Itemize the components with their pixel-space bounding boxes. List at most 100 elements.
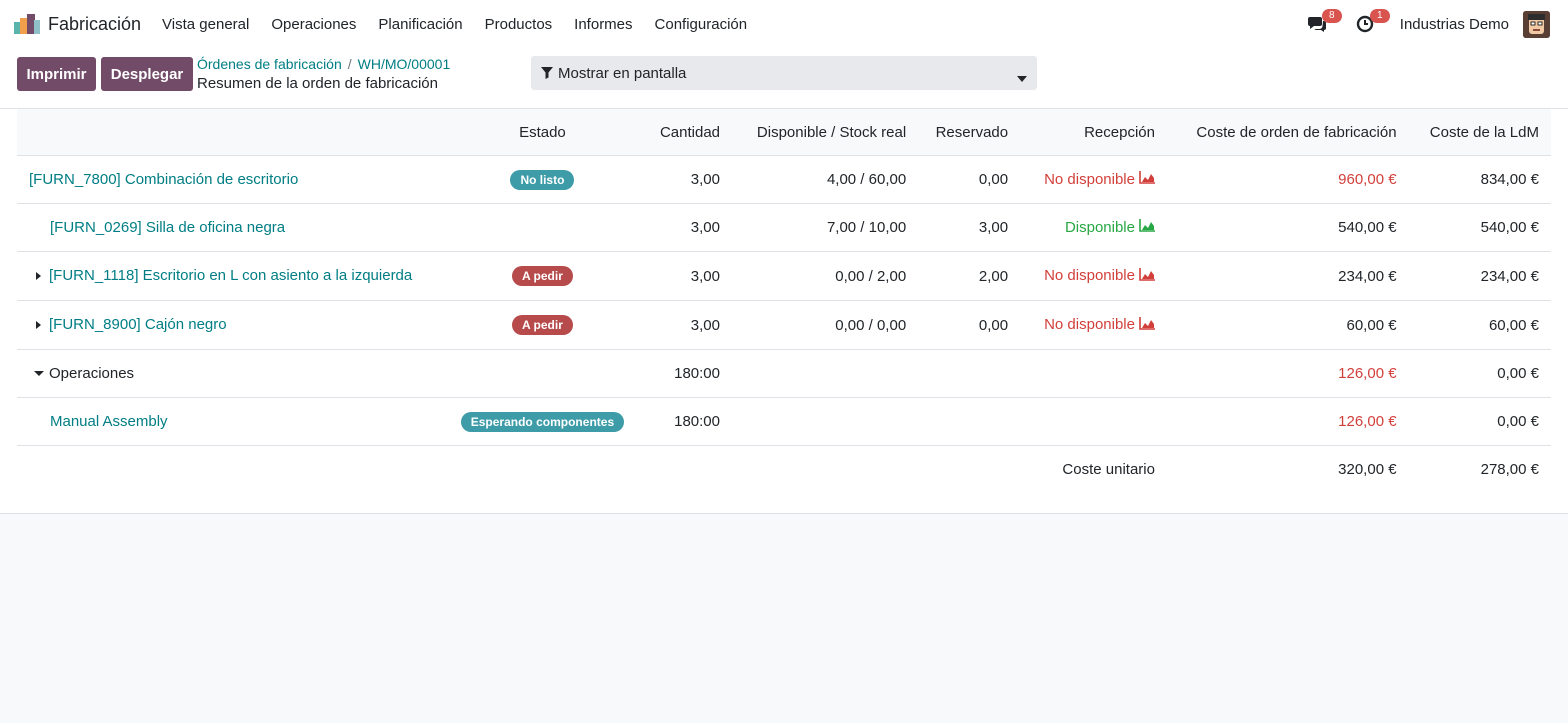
avatar[interactable]	[1523, 10, 1550, 38]
app-brand[interactable]: Fabricación	[14, 14, 141, 35]
quantity-cell: 180:00	[636, 349, 732, 398]
control-panel: Imprimir Desplegar Órdenes de fabricació…	[0, 48, 1568, 109]
company-switcher[interactable]: Industrias Demo	[1400, 16, 1509, 33]
bom-cost-cell: 834,00 €	[1408, 155, 1551, 204]
area-chart-icon[interactable]	[1139, 171, 1155, 188]
breadcrumb-separator: /	[347, 56, 352, 72]
available-cell	[732, 349, 919, 398]
breadcrumb-record[interactable]: WH/MO/00001	[358, 56, 451, 72]
header-reserved: Reservado	[918, 109, 1021, 156]
available-cell: 0,00 / 2,00	[732, 251, 919, 301]
state-cell: No listo	[448, 155, 637, 204]
menu-item-reports[interactable]: Informes	[563, 16, 643, 33]
receipt-cell: Disponible	[1020, 203, 1167, 252]
header-product	[17, 109, 449, 156]
unit-cost-label: Coste unitario	[1062, 461, 1155, 478]
operations-label: Operaciones	[49, 364, 135, 382]
receipt-status: Disponible	[1064, 218, 1135, 236]
caret-right-icon[interactable]	[33, 268, 45, 285]
component-link[interactable]: [FURN_1118] Escritorio en L con asiento …	[49, 267, 412, 284]
receipt-status: No disponible	[1044, 170, 1135, 188]
available-cell: 4,00 / 60,00	[732, 155, 919, 204]
table-row: [FURN_1118] Escritorio en L con asiento …	[17, 251, 1551, 301]
operation-row: Manual Assembly Esperando componentes 18…	[17, 397, 1551, 446]
product-link[interactable]: [FURN_7800] Combinación de escritorio	[29, 171, 298, 188]
header-receipt: Recepción	[1020, 109, 1167, 156]
menu-item-operations[interactable]: Operaciones	[260, 16, 367, 33]
status-badge: Esperando componentes	[460, 411, 625, 432]
quantity-cell: 3,00	[636, 203, 732, 252]
status-badge: No listo	[510, 169, 575, 190]
state-cell: A pedir	[448, 300, 637, 350]
unfold-button[interactable]: Desplegar	[101, 57, 193, 91]
bom-cost-cell: 234,00 €	[1408, 251, 1551, 301]
app-name: Fabricación	[48, 13, 142, 34]
header-state: Estado	[448, 109, 637, 156]
page-title: Resumen de la orden de fabricación	[197, 75, 438, 92]
print-button[interactable]: Imprimir	[17, 57, 96, 91]
header-bom-cost: Coste de la LdM	[1408, 109, 1551, 156]
quantity-cell: 180:00	[636, 397, 732, 446]
caret-down-icon[interactable]	[33, 365, 45, 382]
breadcrumb: Órdenes de fabricación / WH/MO/00001	[197, 56, 450, 72]
table-row: [FURN_8900] Cajón negro A pedir 3,00 0,0…	[17, 300, 1551, 350]
state-cell	[448, 349, 637, 398]
operation-cell: Manual Assembly	[17, 397, 449, 446]
navbar-right: 8 1 Industrias Demo	[1304, 0, 1550, 48]
app-logo-icon	[14, 14, 40, 34]
breadcrumb-manufacturing-orders[interactable]: Órdenes de fabricación	[197, 56, 342, 72]
status-badge: A pedir	[511, 266, 573, 286]
bom-cost-cell: 540,00 €	[1408, 203, 1551, 252]
menu-item-overview[interactable]: Vista general	[151, 16, 260, 33]
empty-cell	[732, 446, 918, 494]
reserved-cell: 0,00	[918, 155, 1021, 204]
area-chart-icon[interactable]	[1139, 316, 1155, 334]
operations-group-row[interactable]: Operaciones 180:00 126,00 € 0,00 €	[17, 349, 1551, 398]
area-chart-icon[interactable]	[1139, 267, 1155, 285]
filter-icon	[541, 67, 553, 79]
reserved-cell	[918, 397, 1021, 446]
quantity-cell: 3,00	[636, 251, 732, 301]
bom-cost-cell: 60,00 €	[1408, 300, 1551, 350]
empty-cell	[918, 446, 1020, 494]
empty-cell	[449, 446, 636, 494]
unit-bom-cost: 278,00 €	[1480, 461, 1539, 478]
quantity-cell: 3,00	[636, 155, 732, 204]
messages-button[interactable]: 8	[1304, 9, 1342, 37]
area-chart-icon[interactable]	[1139, 219, 1155, 236]
reserved-cell: 0,00	[918, 300, 1021, 350]
bom-cost-cell: 0,00 €	[1408, 397, 1551, 446]
product-cell: [FURN_7800] Combinación de escritorio	[17, 155, 449, 204]
mo-cost-cell: 234,00 €	[1166, 251, 1409, 301]
display-filter-dropdown[interactable]: Mostrar en pantalla	[531, 56, 1037, 90]
receipt-status: No disponible	[1044, 316, 1135, 334]
component-link[interactable]: [FURN_8900] Cajón negro	[49, 316, 227, 333]
table-header-row: Estado Cantidad Disponible / Stock real …	[17, 109, 1551, 156]
state-cell	[448, 203, 637, 252]
product-cell: [FURN_1118] Escritorio en L con asiento …	[17, 251, 449, 301]
operation-link[interactable]: Manual Assembly	[50, 413, 168, 430]
component-link[interactable]: [FURN_0269] Silla de oficina negra	[50, 219, 285, 236]
state-cell: A pedir	[448, 251, 637, 301]
quantity-cell: 3,00	[636, 300, 732, 350]
mo-cost-cell: 126,00 €	[1166, 349, 1409, 398]
caret-right-icon[interactable]	[33, 317, 45, 334]
reserved-cell	[918, 349, 1021, 398]
activities-button[interactable]: 1	[1352, 9, 1390, 37]
available-cell	[732, 397, 919, 446]
menu-item-products[interactable]: Productos	[474, 16, 564, 33]
header-mo-cost: Coste de orden de fabricación	[1166, 109, 1409, 156]
mo-cost-cell: 540,00 €	[1166, 203, 1409, 252]
empty-cell	[17, 446, 449, 494]
main-menu: Vista general Operaciones Planificación …	[151, 16, 758, 33]
receipt-cell: No disponible	[1020, 155, 1167, 204]
state-cell: Esperando componentes	[448, 397, 637, 446]
messages-count-badge: 8	[1321, 9, 1342, 23]
menu-item-planning[interactable]: Planificación	[367, 16, 473, 33]
header-quantity: Cantidad	[636, 109, 732, 156]
table-row: [FURN_7800] Combinación de escritorio No…	[17, 155, 1551, 204]
menu-item-configuration[interactable]: Configuración	[644, 16, 759, 33]
filter-label: Mostrar en pantalla	[558, 64, 687, 82]
caret-down-icon	[1017, 69, 1027, 86]
activities-count-badge: 1	[1369, 9, 1390, 23]
